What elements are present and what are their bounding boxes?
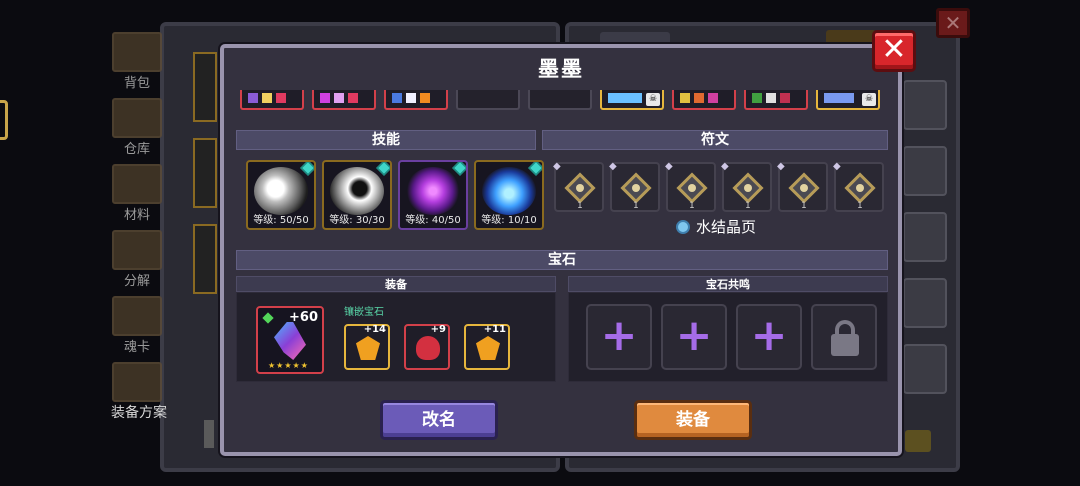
inlaid-gem-2[interactable]: +9 <box>404 324 450 370</box>
background-side-button <box>903 80 947 130</box>
rune-page-label: 水结晶页 <box>696 218 757 236</box>
background-item-strip <box>193 138 217 208</box>
equipment-strip: ☠ ☠ <box>240 90 890 112</box>
equipped-item-slot[interactable]: +60 ★★★★★ <box>256 306 324 374</box>
background-side-button <box>903 212 947 262</box>
amber-gem-icon <box>476 336 500 360</box>
close-button[interactable]: ✕ <box>872 30 916 72</box>
skill-level: 等级: 30/30 <box>329 215 385 226</box>
dark-orb-icon <box>406 167 460 215</box>
skill-level: 等级: 50/50 <box>253 215 309 226</box>
background-item-strip <box>193 224 217 294</box>
equipment-strip-item[interactable] <box>240 90 304 110</box>
equipment-strip-item[interactable]: ☠ <box>816 90 880 110</box>
background-sword-icon <box>204 420 214 448</box>
amber-gem-icon <box>356 336 380 360</box>
gem-icon <box>452 162 466 176</box>
equipment-strip-item[interactable]: ☠ <box>600 90 664 110</box>
sidebar-item-backpack: 背包 <box>108 28 166 91</box>
rune-slot-1[interactable]: ◆ 1 <box>553 161 604 212</box>
swirl-icon <box>254 167 308 215</box>
skill-level: 等级: 40/50 <box>405 215 461 226</box>
skull-icon: ☠ <box>862 93 876 106</box>
equipment-subheader: 装备 <box>236 276 556 292</box>
background-sidebar: 背包 仓库 材料 分解 魂卡 装备方案 <box>108 22 170 422</box>
gem-icon <box>376 162 390 176</box>
plus-icon: + <box>750 310 788 361</box>
flame-icon <box>482 167 536 215</box>
weapon-icon <box>274 322 306 360</box>
skill-level: 等级: 10/10 <box>481 215 537 226</box>
resonance-locked-slot[interactable] <box>811 304 877 370</box>
equip-button[interactable]: 装备 <box>634 400 752 440</box>
gem-icon <box>300 162 314 176</box>
equipment-strip-empty-slot[interactable] <box>456 90 520 110</box>
background-side-button <box>903 344 947 394</box>
background-lock-icon <box>905 430 931 452</box>
gems-header: 宝石 <box>236 250 888 270</box>
background-item-strip <box>193 52 217 122</box>
inlaid-gem-1[interactable]: +14 <box>344 324 390 370</box>
background-side-button <box>903 146 947 196</box>
background-side-button <box>903 278 947 328</box>
sidebar-item-warehouse: 仓库 <box>108 94 166 157</box>
grade-gem-icon <box>262 312 274 324</box>
left-edge-frame <box>0 100 8 140</box>
water-crystal-icon <box>676 220 690 234</box>
resonance-add-slot-3[interactable]: + <box>736 304 802 370</box>
equipment-strip-item[interactable] <box>744 90 808 110</box>
runes-header: 符文 <box>542 130 888 150</box>
gem-icon <box>528 162 542 176</box>
lock-icon <box>831 320 859 356</box>
equipment-strip-item[interactable] <box>672 90 736 110</box>
equipment-strip-item[interactable] <box>384 90 448 110</box>
resonance-add-slot-2[interactable]: + <box>661 304 727 370</box>
rune-slot-2[interactable]: ◆ 1 <box>609 161 660 212</box>
skull-icon: ☠ <box>646 93 660 106</box>
rune-slot-6[interactable]: ◆ 1 <box>833 161 884 212</box>
rename-button[interactable]: 改名 <box>380 400 498 440</box>
item-stars: ★★★★★ <box>268 361 309 370</box>
plus-icon: + <box>675 310 713 361</box>
skill-slot-2[interactable]: 等级: 30/30 <box>322 160 392 230</box>
skill-slot-3[interactable]: 等级: 40/50 <box>398 160 468 230</box>
sidebar-item-equipment-plan: 装备方案 <box>108 358 167 421</box>
ruby-gem-icon <box>416 336 440 360</box>
rune-slot-5[interactable]: ◆ 1 <box>777 161 828 212</box>
rune-page-selector[interactable]: 水结晶页 <box>676 216 756 238</box>
resonance-add-slot-1[interactable]: + <box>586 304 652 370</box>
resonance-subheader: 宝石共鸣 <box>568 276 888 292</box>
skill-slot-4[interactable]: 等级: 10/10 <box>474 160 544 230</box>
skill-slot-1[interactable]: 等级: 50/50 <box>246 160 316 230</box>
rune-slot-3[interactable]: ◆ 1 <box>665 161 716 212</box>
sidebar-item-decompose: 分解 <box>108 226 166 289</box>
skills-header: 技能 <box>236 130 536 150</box>
rune-slot-4[interactable]: ◆ 1 <box>721 161 772 212</box>
inlaid-gem-3[interactable]: +11 <box>464 324 510 370</box>
modal-title: 墨墨 <box>538 57 584 81</box>
yin-yang-icon <box>330 167 384 215</box>
sidebar-item-materials: 材料 <box>108 160 166 223</box>
equipment-strip-item[interactable] <box>312 90 376 110</box>
character-modal: 墨墨 ☠ ☠ 技能 符文 等级: 50/50 等级: 30/30 等级: 40/… <box>220 44 902 456</box>
close-icon: ✕ <box>881 32 907 67</box>
equipment-strip-empty-slot[interactable] <box>528 90 592 110</box>
plus-icon: + <box>600 310 638 361</box>
background-close-icon: ✕ <box>936 8 970 38</box>
inlay-gems-label: 镶嵌宝石 <box>344 307 384 318</box>
sidebar-item-soul-cards: 魂卡 <box>108 292 166 355</box>
